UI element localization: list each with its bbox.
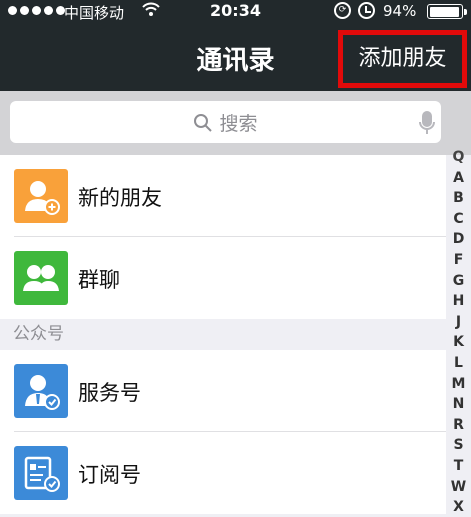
search-icon	[194, 114, 213, 132]
index-letter-x[interactable]: X	[446, 497, 471, 517]
contact-list: 新的朋友 群聊 公众号 服务号 订阅号	[0, 155, 446, 514]
subscription-account-icon	[14, 446, 68, 500]
alphabet-index[interactable]: Q A B C D F G H J K L M N R S T W X	[446, 145, 471, 517]
service-account-icon	[14, 364, 68, 418]
microphone-icon[interactable]	[419, 110, 435, 136]
list-item-service-account[interactable]: 服务号	[0, 350, 446, 432]
alarm-icon	[358, 2, 375, 19]
index-letter-h[interactable]: H	[446, 291, 471, 312]
search-input[interactable]: 搜索	[10, 101, 441, 143]
status-bar: 中国移动 20:34 ⟳ 94%	[0, 0, 471, 24]
battery-fill	[429, 6, 459, 17]
list-item-group-chat[interactable]: 群聊	[0, 237, 446, 319]
index-letter-j[interactable]: J	[446, 312, 471, 333]
list-item-subscription-account[interactable]: 订阅号	[0, 432, 446, 514]
index-letter-n[interactable]: N	[446, 394, 471, 415]
index-letter-l[interactable]: L	[446, 353, 471, 374]
list-item-label: 服务号	[78, 381, 141, 405]
add-friend-icon	[14, 169, 68, 223]
search-bar: 搜索	[0, 91, 471, 155]
list-item-label: 新的朋友	[78, 186, 162, 210]
battery-icon	[427, 4, 467, 19]
search-placeholder-group: 搜索	[10, 109, 441, 136]
index-letter-f[interactable]: F	[446, 250, 471, 271]
index-letter-s[interactable]: S	[446, 435, 471, 456]
top-bar: 中国移动 20:34 ⟳ 94% 通讯录 添加朋友	[0, 0, 471, 91]
index-letter-w[interactable]: W	[446, 477, 471, 498]
index-letter-c[interactable]: C	[446, 209, 471, 230]
battery-percentage: 94%	[383, 2, 417, 20]
index-letter-a[interactable]: A	[446, 168, 471, 189]
section-header-official-accounts: 公众号	[0, 319, 446, 350]
list-item-label: 群聊	[78, 268, 120, 292]
list-item-label: 订阅号	[78, 463, 141, 487]
search-placeholder: 搜索	[219, 113, 258, 135]
group-chat-icon	[14, 251, 68, 305]
index-letter-k[interactable]: K	[446, 332, 471, 353]
index-letter-d[interactable]: D	[446, 229, 471, 250]
index-search-icon[interactable]: Q	[446, 147, 471, 168]
rotation-lock-icon: ⟳	[334, 2, 351, 19]
add-friend-button[interactable]: 添加朋友	[338, 30, 467, 88]
index-letter-r[interactable]: R	[446, 415, 471, 436]
list-item-new-friends[interactable]: 新的朋友	[0, 155, 446, 237]
index-letter-m[interactable]: M	[446, 374, 471, 395]
index-letter-t[interactable]: T	[446, 456, 471, 477]
index-letter-b[interactable]: B	[446, 188, 471, 209]
index-letter-g[interactable]: G	[446, 271, 471, 292]
